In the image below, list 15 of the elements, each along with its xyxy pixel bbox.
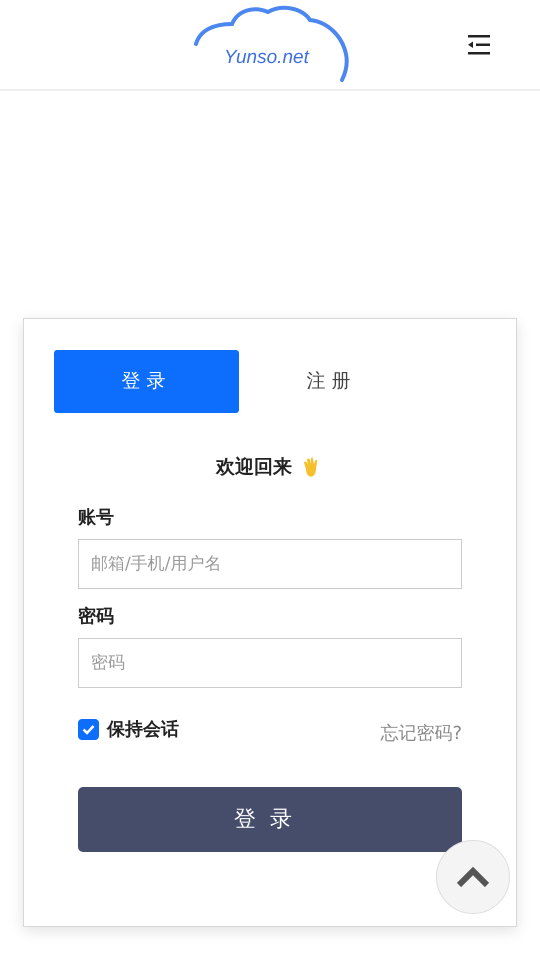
tab[interactable]: 登录 [54,350,239,413]
login-button[interactable]: 登录 [78,786,462,852]
welcome-heading: 欢迎回来 [216,455,292,480]
chevron-up-icon [456,866,490,888]
logo[interactable]: Yunso.net [192,0,352,82]
tab[interactable]: 注册 [239,350,424,413]
input-field[interactable]: 邮箱/手机/用户名 [78,538,462,588]
menu-icon[interactable] [466,32,492,56]
checkbox[interactable] [78,718,99,740]
field-label: 账号 [78,506,114,528]
input-field[interactable]: 密码 [78,638,462,688]
forgot-password-link[interactable]: 忘记密码? [380,720,462,746]
checkbox-label: 保持会话 [107,718,179,742]
check-icon [82,724,95,734]
field-label: 密码 [78,606,114,626]
